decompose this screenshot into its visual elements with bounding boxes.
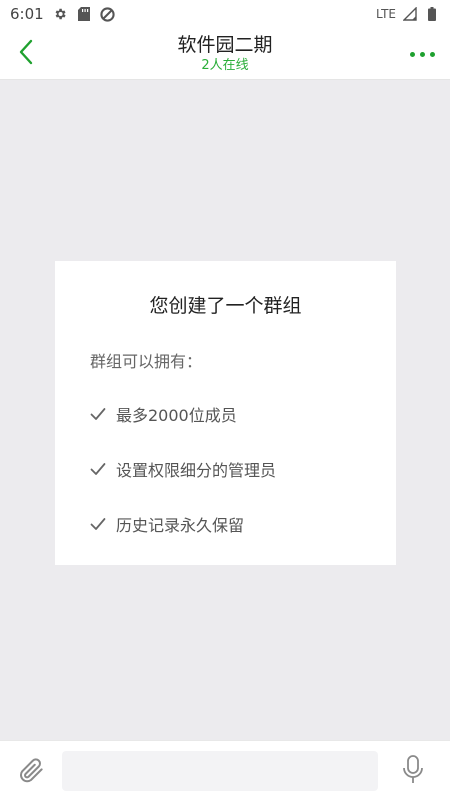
more-options-button[interactable] bbox=[404, 38, 440, 70]
group-created-card: 您创建了一个群组 群组可以拥有： 最多2000位成员 设置权限细分的管理员 历史… bbox=[55, 261, 396, 565]
check-icon bbox=[90, 461, 106, 477]
status-bar: 6:01 LTE bbox=[0, 0, 450, 28]
check-icon bbox=[90, 406, 106, 422]
feature-label: 历史记录永久保留 bbox=[116, 516, 245, 535]
network-type: LTE bbox=[376, 7, 396, 21]
status-time: 6:01 bbox=[10, 5, 44, 23]
paperclip-icon bbox=[16, 755, 46, 789]
back-button[interactable] bbox=[8, 36, 44, 72]
chat-title: 软件园二期 bbox=[177, 34, 273, 56]
more-dots-icon bbox=[409, 51, 435, 57]
gear-icon bbox=[52, 6, 68, 22]
feature-item: 历史记录永久保留 bbox=[90, 512, 244, 536]
microphone-icon bbox=[402, 755, 424, 789]
chat-header: 软件园二期 2人在线 bbox=[0, 28, 450, 80]
group-created-title: 您创建了一个群组 bbox=[149, 295, 302, 317]
battery-icon bbox=[424, 6, 440, 22]
chevron-left-icon bbox=[18, 39, 34, 69]
feature-item: 最多2000位成员 bbox=[90, 402, 237, 426]
sd-card-icon bbox=[76, 6, 92, 22]
feature-label: 最多2000位成员 bbox=[116, 406, 237, 425]
group-features-intro: 群组可以拥有： bbox=[90, 352, 203, 371]
message-input[interactable] bbox=[62, 751, 378, 791]
voice-message-button[interactable] bbox=[396, 755, 430, 789]
message-input-bar bbox=[0, 740, 450, 800]
feature-item: 设置权限细分的管理员 bbox=[90, 457, 276, 481]
check-icon bbox=[90, 516, 106, 532]
status-bar-left: 6:01 bbox=[10, 5, 116, 23]
signal-icon bbox=[402, 6, 418, 22]
online-count: 2人在线 bbox=[201, 58, 249, 73]
sync-icon bbox=[100, 6, 116, 22]
chat-messages-area[interactable]: 您创建了一个群组 群组可以拥有： 最多2000位成员 设置权限细分的管理员 历史… bbox=[0, 80, 450, 740]
feature-label: 设置权限细分的管理员 bbox=[116, 461, 277, 480]
chat-title-area[interactable]: 软件园二期 2人在线 bbox=[100, 32, 350, 74]
attach-button[interactable] bbox=[14, 755, 48, 789]
status-bar-right: LTE bbox=[376, 6, 440, 22]
